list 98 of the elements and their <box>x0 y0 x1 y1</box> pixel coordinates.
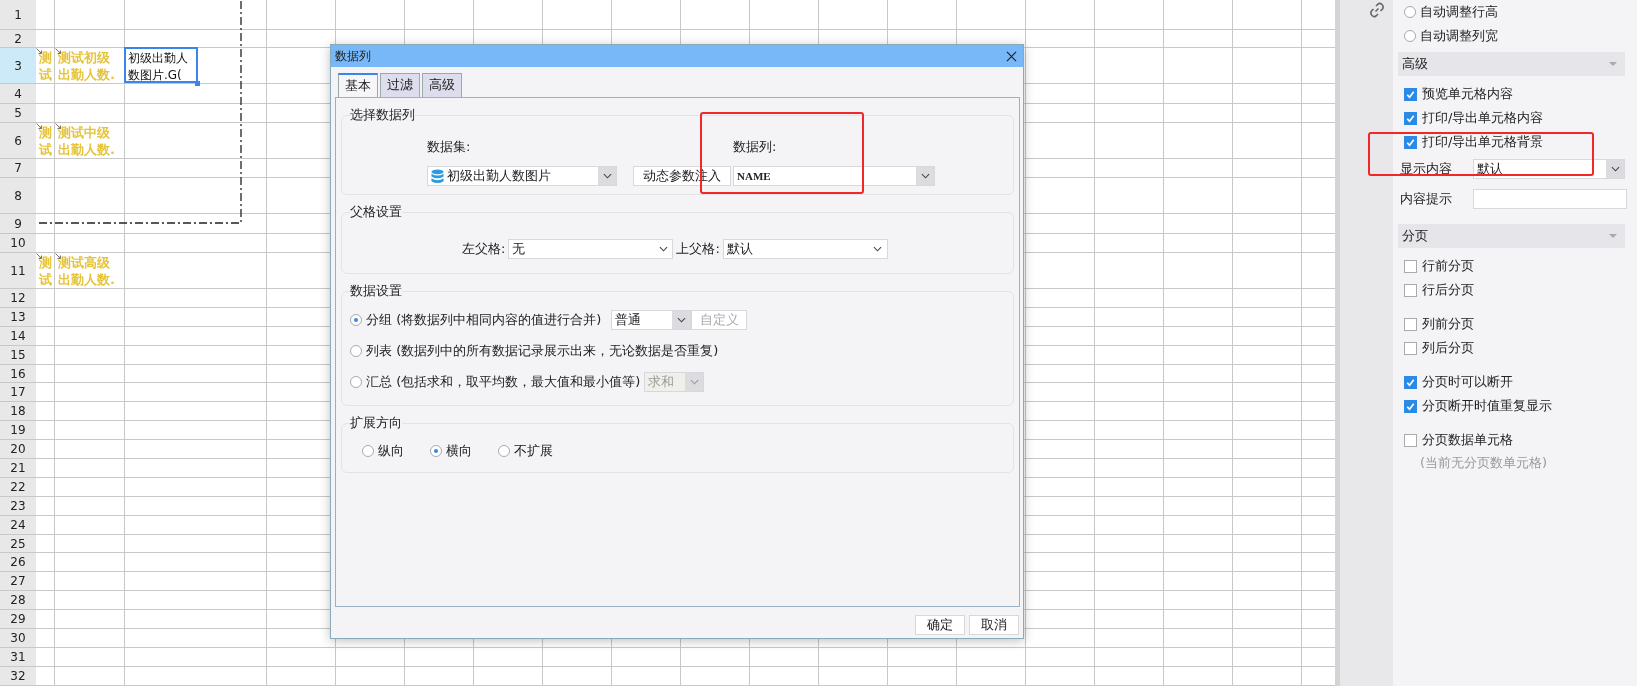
row-number[interactable]: 4 <box>0 84 36 104</box>
option-label: 纵向 <box>378 442 404 460</box>
row-number[interactable]: 20 <box>0 440 36 459</box>
checkbox-label: 分页时可以断开 <box>1422 373 1513 391</box>
close-icon[interactable] <box>1006 50 1017 62</box>
checkbox-label: 列后分页 <box>1422 339 1474 357</box>
checkbox[interactable] <box>1404 111 1417 125</box>
row-number[interactable]: 6 <box>0 123 36 159</box>
radio-button[interactable] <box>350 344 362 357</box>
radio-button[interactable] <box>350 313 362 326</box>
row-number[interactable]: 7 <box>0 159 36 178</box>
left-parent-dropdown[interactable]: 无 <box>508 239 674 259</box>
chevron-down-icon <box>920 173 930 179</box>
checkbox[interactable] <box>1404 433 1417 447</box>
row-number[interactable]: 8 <box>0 178 36 214</box>
row-number[interactable]: 17 <box>0 383 36 403</box>
checkbox[interactable] <box>1404 259 1417 273</box>
fill-handle[interactable] <box>195 81 200 86</box>
checkbox[interactable] <box>1404 399 1417 413</box>
row-number[interactable]: 3 <box>0 48 36 84</box>
option-label: 分组 (将数据列中相同内容的值进行合并) <box>366 310 602 329</box>
checkbox-label: 打印/导出单元格背景 <box>1422 133 1544 151</box>
checkbox-label: 行后分页 <box>1422 281 1474 299</box>
row-number[interactable]: 30 <box>0 629 36 648</box>
checkbox-label: 分页断开时值重复显示 <box>1422 397 1552 415</box>
row-number[interactable]: 11 <box>0 253 36 289</box>
field-label: 内容提示 <box>1400 190 1453 208</box>
chevron-down-icon <box>658 246 668 252</box>
chevron-down-icon <box>689 378 699 385</box>
checkbox[interactable] <box>1404 317 1417 331</box>
option-label: 列表 (数据列中的所有数据记录展示出来，无论数据是否重复) <box>366 341 719 360</box>
top-parent-dropdown[interactable]: 默认 <box>722 239 888 259</box>
group-title: 扩展方向 <box>350 414 402 432</box>
collapse-triangle-icon <box>1609 233 1617 239</box>
dataset-dropdown[interactable]: 初级出勤人数图片 <box>427 166 617 186</box>
radio-button[interactable] <box>1404 30 1416 42</box>
radio-button[interactable] <box>350 375 362 388</box>
row-number[interactable]: 29 <box>0 610 36 630</box>
option-label: 不扩展 <box>514 442 553 460</box>
row-number[interactable]: 9 <box>0 214 36 234</box>
input-field[interactable] <box>1473 189 1627 209</box>
group-title: 数据设置 <box>350 282 402 300</box>
row-number[interactable]: 26 <box>0 553 36 573</box>
checkbox[interactable] <box>1404 375 1417 389</box>
radio-button[interactable] <box>362 445 374 457</box>
checkbox[interactable] <box>1404 283 1417 297</box>
checkbox-label: 预览单元格内容 <box>1422 85 1513 103</box>
chevron-down-icon <box>602 173 612 179</box>
option-label: 汇总 (包括求和，取平均数，最大值和最小值等) <box>366 372 641 391</box>
dialog-title: 数据列 <box>335 47 371 65</box>
collapse-triangle-icon <box>1609 61 1617 67</box>
row-number[interactable]: 2 <box>0 30 36 48</box>
radio-button[interactable] <box>430 445 442 457</box>
column-label: 数据列: <box>733 138 778 156</box>
row-number[interactable]: 28 <box>0 591 36 611</box>
top-parent-label: 上父格: <box>676 240 720 258</box>
option-label: 自动调整列宽 <box>1420 27 1498 45</box>
dataset-label: 数据集: <box>427 138 472 156</box>
radio-button[interactable] <box>1404 6 1416 18</box>
checkbox-label: 列前分页 <box>1422 315 1474 333</box>
field-label: 显示内容 <box>1400 160 1453 178</box>
database-icon <box>431 168 444 184</box>
row-number[interactable]: 21 <box>0 459 36 478</box>
checkbox[interactable] <box>1404 135 1417 149</box>
option-label: 自动调整行高 <box>1420 3 1498 21</box>
row-number[interactable]: 18 <box>0 402 36 422</box>
dialog-button[interactable]: 取消 <box>969 615 1019 635</box>
row-number[interactable]: 19 <box>0 421 36 441</box>
tab[interactable]: 高级 <box>422 73 462 97</box>
row-number[interactable]: 12 <box>0 289 36 308</box>
chevron-down-icon <box>1610 166 1620 172</box>
tab[interactable]: 过滤 <box>380 73 420 97</box>
link-icon[interactable] <box>1369 2 1385 18</box>
checkbox-label: 打印/导出单元格内容 <box>1422 109 1544 127</box>
left-parent-label: 左父格: <box>462 240 506 258</box>
group-title: 父格设置 <box>350 203 402 221</box>
radio-button[interactable] <box>498 445 510 457</box>
row-number[interactable]: 10 <box>0 234 36 253</box>
chevron-down-icon <box>676 316 686 323</box>
group-title: 选择数据列 <box>350 106 415 124</box>
display-dropdown[interactable]: 默认 <box>1473 159 1625 179</box>
chevron-down-icon <box>873 246 883 252</box>
aggregate-dropdown[interactable]: 普通 <box>611 309 692 330</box>
note-text: (当前无分页数单元格) <box>1419 454 1549 472</box>
checkbox-label: 行前分页 <box>1422 257 1474 275</box>
dialog-button[interactable]: 确定 <box>915 615 965 635</box>
checkbox[interactable] <box>1404 341 1417 355</box>
checkbox[interactable] <box>1404 87 1417 101</box>
section-header[interactable]: 高级 <box>1398 52 1625 76</box>
tab[interactable]: 基本 <box>338 73 378 97</box>
row-number[interactable]: 5 <box>0 104 36 123</box>
table-cell[interactable]: 初级出勤人数图片.G( <box>124 47 198 83</box>
row-number[interactable]: 27 <box>0 572 36 592</box>
column-dropdown[interactable]: NAME <box>733 166 935 186</box>
row-number[interactable]: 1 <box>0 0 36 30</box>
checkbox-label: 分页数据单元格 <box>1422 431 1513 449</box>
option-label: 横向 <box>446 442 472 460</box>
section-header[interactable]: 分页 <box>1398 224 1625 248</box>
